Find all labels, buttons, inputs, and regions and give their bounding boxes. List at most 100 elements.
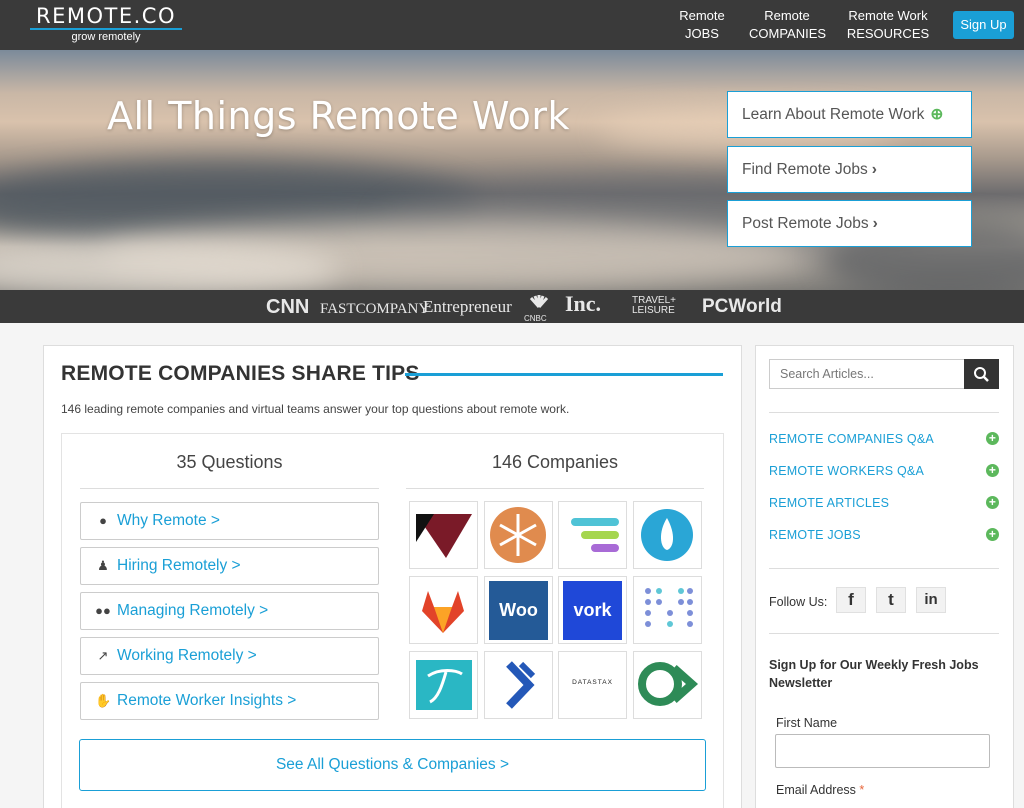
first-name-label: First Name (776, 716, 838, 730)
company-logo-fox-icon (422, 591, 464, 633)
question-label: Hiring Remotely > (117, 557, 241, 574)
company-logo-dots-icon (645, 588, 693, 627)
post-remote-jobs-button[interactable]: Post Remote Jobs › (727, 200, 972, 247)
search-input[interactable]: Search Articles... (769, 359, 965, 389)
company-logo-chevron-icon (416, 514, 472, 558)
site-logo[interactable]: REMOTE.CO grow remotely (30, 5, 182, 44)
search-icon (974, 367, 989, 382)
required-marker: * (859, 783, 865, 797)
company-logo-snowflake-icon (490, 507, 546, 563)
sidebar-link-label: REMOTE WORKERS Q&A (769, 464, 925, 478)
company-logo-tile[interactable] (484, 501, 553, 569)
see-all-questions-button[interactable]: See All Questions & Companies > (79, 739, 706, 791)
first-name-field[interactable] (775, 734, 990, 768)
question-label: Remote Worker Insights > (117, 692, 297, 709)
company-logo-vork: vork (563, 581, 622, 640)
sidebar-link-jobs[interactable]: REMOTE JOBS + (769, 528, 999, 542)
sidebar-link-label: REMOTE ARTICLES (769, 496, 890, 510)
nav-remote-jobs[interactable]: Remote JOBS (673, 7, 731, 43)
email-label: Email Address * (776, 783, 864, 797)
divider (80, 488, 379, 489)
company-logo-tile[interactable] (409, 576, 478, 644)
chevron-right-icon: › (872, 215, 878, 232)
find-remote-jobs-button[interactable]: Find Remote Jobs › (727, 146, 972, 193)
person-icon: ♟ (97, 558, 109, 573)
divider (769, 568, 999, 569)
title-underline (405, 373, 723, 376)
hero-title: All Things Remote Work (107, 94, 571, 138)
follow-us-label: Follow Us: (769, 595, 828, 609)
company-logo-woo: Woo (489, 581, 548, 640)
sign-up-button[interactable]: Sign Up (953, 11, 1014, 39)
sidebar-link-articles[interactable]: REMOTE ARTICLES + (769, 496, 999, 510)
question-label: Working Remotely > (117, 647, 257, 664)
companies-heading: 146 Companies (491, 452, 619, 472)
hero-button-label: Post Remote Jobs (742, 215, 869, 232)
nav-line: COMPANIES (749, 26, 827, 41)
cnbc-peacock-icon (529, 295, 549, 308)
plus-icon: + (986, 528, 999, 541)
company-logo-tile[interactable]: vork (558, 576, 627, 644)
company-logo-tile[interactable] (409, 651, 478, 719)
nav-line: Remote Work (848, 8, 928, 23)
hero-button-label: Learn About Remote Work (742, 106, 925, 123)
chart-icon: ↗ (97, 648, 109, 663)
press-logos-bar: CNN FASTCOMPANY Entrepreneur CNBC Inc. T… (0, 290, 1024, 323)
divider (769, 633, 999, 634)
section-subtitle: 146 leading remote companies and virtual… (61, 402, 570, 416)
nav-line: Remote (679, 8, 725, 23)
logo-brand: REMOTE.CO (30, 5, 182, 30)
nav-line: Remote (764, 8, 810, 23)
sidebar-link-companies-qa[interactable]: REMOTE COMPANIES Q&A + (769, 432, 999, 446)
linkedin-icon[interactable]: in (916, 587, 946, 613)
question-remote-worker-insights[interactable]: ✋ Remote Worker Insights > (80, 682, 379, 720)
sidebar-link-label: REMOTE COMPANIES Q&A (769, 432, 934, 446)
divider (769, 412, 999, 413)
company-logo-tile[interactable] (633, 651, 702, 719)
logo-tagline: grow remotely (71, 31, 141, 43)
plus-icon: + (986, 432, 999, 445)
company-logo-tile[interactable] (558, 501, 627, 569)
question-label: Why Remote > (117, 512, 220, 529)
thumbs-up-icon: ✋ (95, 693, 112, 708)
plus-circle-icon: ⊕ (930, 106, 944, 123)
question-managing-remotely[interactable]: ●● Managing Remotely > (80, 592, 379, 630)
company-logo-tile[interactable] (633, 576, 702, 644)
email-label-text: Email Address (776, 783, 856, 797)
search-button[interactable] (964, 359, 999, 389)
facebook-icon[interactable]: f (836, 587, 866, 613)
plus-icon: + (986, 464, 999, 477)
press-logo-entrepreneur: Entrepreneur (423, 297, 512, 316)
info-icon: ● (99, 513, 107, 528)
nav-remote-companies[interactable]: Remote COMPANIES (749, 7, 827, 43)
top-navbar: REMOTE.CO grow remotely Remote JOBS Remo… (0, 0, 1024, 50)
press-logo-pcworld: PCWorld (702, 296, 782, 317)
press-logo-travel-leisure: TRAVEL+ LEISURE (632, 295, 676, 316)
twitter-icon[interactable]: t (876, 587, 906, 613)
learn-about-remote-work-button[interactable]: Learn About Remote Work ⊕ (727, 91, 972, 138)
group-icon: ●● (95, 603, 111, 618)
section-title: REMOTE COMPANIES SHARE TIPS (61, 362, 420, 385)
question-why-remote[interactable]: ● Why Remote > (80, 502, 379, 540)
company-logo-arrow-icon (506, 661, 536, 709)
nav-line: JOBS (685, 26, 719, 41)
press-logo-fastcompany: FASTCOMPANY (320, 301, 430, 317)
sidebar-link-workers-qa[interactable]: REMOTE WORKERS Q&A + (769, 464, 999, 478)
company-logo-tile[interactable] (633, 501, 702, 569)
company-logo-datastax: DATASTAX (572, 679, 613, 686)
question-hiring-remotely[interactable]: ♟ Hiring Remotely > (80, 547, 379, 585)
nav-remote-resources[interactable]: Remote Work RESOURCES (846, 7, 930, 43)
question-label: Managing Remotely > (117, 602, 269, 619)
company-logo-bars-icon (571, 518, 619, 552)
company-logo-tile[interactable] (409, 501, 478, 569)
divider (406, 488, 704, 489)
press-logo-cnbc: CNBC (524, 314, 547, 323)
question-working-remotely[interactable]: ↗ Working Remotely > (80, 637, 379, 675)
company-logo-speech-icon (638, 662, 699, 706)
questions-heading: 35 Questions (176, 452, 283, 472)
company-logo-tile[interactable]: Woo (484, 576, 553, 644)
company-logo-flame-icon (641, 509, 693, 561)
company-logo-tile[interactable]: DATASTAX (558, 651, 627, 719)
company-logo-tile[interactable] (484, 651, 553, 719)
plus-icon: + (986, 496, 999, 509)
